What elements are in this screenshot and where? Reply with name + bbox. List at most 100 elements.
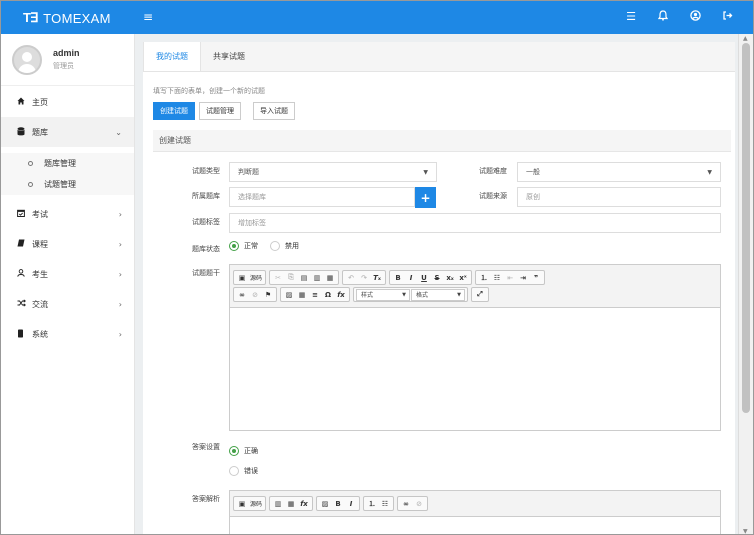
status-normal-label: 正常: [244, 242, 258, 250]
tab-bar: 我的试题 共享试题: [143, 42, 735, 72]
source-icon[interactable]: ▣: [236, 498, 248, 510]
type-select[interactable]: 判断题 ▼: [229, 162, 437, 182]
bold-icon[interactable]: B: [392, 272, 404, 284]
formula-icon[interactable]: fx: [335, 289, 347, 301]
status-disabled-radio[interactable]: [270, 241, 280, 251]
editor-toolbar: ▣ 源码 ✂ ⎘ ▤ ▥ ▦ ↶ ↷ Tₓ B I U S xₓ xˣ ⒈ ☷ …: [230, 265, 720, 308]
list-icon[interactable]: ☰: [625, 10, 637, 24]
difficulty-label: 试题难度: [479, 167, 507, 175]
paste-text-icon[interactable]: ▥: [311, 272, 323, 284]
outdent-icon[interactable]: ⇤: [504, 272, 516, 284]
link-icon[interactable]: ∞: [400, 498, 412, 510]
action-buttons: 创建试题 试题管理 导入试题: [153, 102, 295, 120]
status-radio-group: 正常 禁用: [229, 241, 299, 251]
chevron-right-icon: ›: [118, 209, 122, 219]
import-questions-button[interactable]: 导入试题: [253, 102, 295, 120]
scroll-up-icon[interactable]: ▲: [743, 35, 748, 42]
menu-icon[interactable]: ≡: [143, 10, 153, 24]
logo[interactable]: T∃ TOMEXAM: [23, 10, 111, 26]
bank-input[interactable]: 选择题库: [229, 187, 415, 207]
unlink-icon[interactable]: ⊘: [413, 498, 425, 510]
superscript-icon[interactable]: xˣ: [457, 272, 469, 284]
tag-label: 试题标签: [192, 218, 220, 226]
italic-icon[interactable]: I: [405, 272, 417, 284]
remove-format-icon[interactable]: Tₓ: [371, 272, 383, 284]
tab-my-questions[interactable]: 我的试题: [143, 42, 201, 71]
circle-icon: [28, 182, 33, 187]
source-button[interactable]: 源码: [249, 272, 263, 284]
analysis-label: 答案解析: [192, 495, 220, 503]
italic-icon[interactable]: I: [345, 498, 357, 510]
paste-text-icon[interactable]: ▥: [272, 498, 284, 510]
table-icon[interactable]: ▦: [296, 289, 308, 301]
sidebar-item-forum[interactable]: 交流 ›: [1, 289, 134, 319]
answer-true-radio[interactable]: [229, 446, 239, 456]
manage-questions-button[interactable]: 试题管理: [199, 102, 241, 120]
source-icon[interactable]: ▣: [236, 272, 248, 284]
sidebar-item-exam[interactable]: 考试 ›: [1, 199, 134, 229]
redo-icon[interactable]: ↷: [358, 272, 370, 284]
status-normal-radio[interactable]: [229, 241, 239, 251]
tag-input[interactable]: 增加标签: [229, 213, 721, 233]
scrollbar-thumb[interactable]: [742, 43, 750, 413]
status-disabled-label: 禁用: [285, 242, 299, 250]
blockquote-icon[interactable]: ❞: [530, 272, 542, 284]
tab-shared-questions[interactable]: 共享试题: [201, 42, 257, 71]
style-combo-value: 样式: [361, 292, 374, 299]
copy-icon[interactable]: ⎘: [285, 272, 297, 284]
underline-icon[interactable]: U: [418, 272, 430, 284]
caret-down-icon: ▼: [423, 168, 428, 176]
logout-icon[interactable]: [721, 10, 733, 24]
caret-down-icon: ▼: [707, 168, 712, 176]
stem-label: 试题题干: [192, 269, 220, 277]
chevron-right-icon: ›: [118, 269, 122, 279]
sidebar-item-label: 题库: [32, 127, 48, 137]
style-combo[interactable]: 样式 ▼: [356, 288, 410, 301]
numbered-list-icon[interactable]: ⒈: [478, 272, 490, 284]
user-circle-icon[interactable]: [689, 10, 701, 24]
bullet-list-icon[interactable]: ☷: [379, 498, 391, 510]
answer-true-row: 正确: [229, 446, 258, 456]
cut-icon[interactable]: ✂: [272, 272, 284, 284]
link-icon[interactable]: ∞: [236, 289, 248, 301]
indent-icon[interactable]: ⇥: [517, 272, 529, 284]
formula-icon[interactable]: fx: [298, 498, 310, 510]
bell-icon[interactable]: [657, 10, 669, 24]
page-scrollbar[interactable]: ▲ ▼: [738, 34, 753, 534]
format-combo[interactable]: 格式 ▼: [411, 288, 465, 301]
special-char-icon[interactable]: Ω: [322, 289, 334, 301]
image-icon[interactable]: ▨: [319, 498, 331, 510]
sidebar-item-label: 考生: [32, 269, 48, 279]
strike-icon[interactable]: S: [431, 272, 443, 284]
paste-word-icon[interactable]: ▦: [285, 498, 297, 510]
sidebar-item-home[interactable]: 主页: [1, 87, 134, 117]
sidebar-item-system[interactable]: 系统 ›: [1, 319, 134, 349]
stem-editor-body[interactable]: [230, 308, 720, 428]
source-input[interactable]: 原创: [517, 187, 721, 207]
maximize-icon[interactable]: ⤢: [474, 289, 486, 301]
bold-icon[interactable]: B: [332, 498, 344, 510]
sidebar-item-examinee[interactable]: 考生 ›: [1, 259, 134, 289]
sidebar-subitem-question-manage[interactable]: 试题管理: [1, 174, 134, 195]
horizontal-rule-icon[interactable]: ≡: [309, 289, 321, 301]
paste-word-icon[interactable]: ▦: [324, 272, 336, 284]
undo-icon[interactable]: ↶: [345, 272, 357, 284]
paste-icon[interactable]: ▤: [298, 272, 310, 284]
image-icon[interactable]: ▨: [283, 289, 295, 301]
sidebar-item-course[interactable]: 课程 ›: [1, 229, 134, 259]
analysis-editor-toolbar: ▣ 源码 ▥ ▦ fx ▨ B I ⒈ ☷ ∞ ⊘: [230, 491, 720, 517]
create-question-button[interactable]: 创建试题: [153, 102, 195, 120]
numbered-list-icon[interactable]: ⒈: [366, 498, 378, 510]
answer-false-radio[interactable]: [229, 466, 239, 476]
unlink-icon[interactable]: ⊘: [249, 289, 261, 301]
sidebar-subitem-bank-manage[interactable]: 题库管理: [1, 153, 134, 174]
difficulty-select[interactable]: 一般 ▼: [517, 162, 721, 182]
bullet-list-icon[interactable]: ☷: [491, 272, 503, 284]
anchor-icon[interactable]: ⚑: [262, 289, 274, 301]
chevron-right-icon: ›: [118, 299, 122, 309]
source-button[interactable]: 源码: [249, 498, 263, 510]
add-bank-button[interactable]: +: [415, 187, 436, 208]
scroll-down-icon[interactable]: ▼: [743, 528, 748, 534]
sidebar-item-bank[interactable]: 题库 ⌄: [1, 117, 134, 147]
subscript-icon[interactable]: xₓ: [444, 272, 456, 284]
